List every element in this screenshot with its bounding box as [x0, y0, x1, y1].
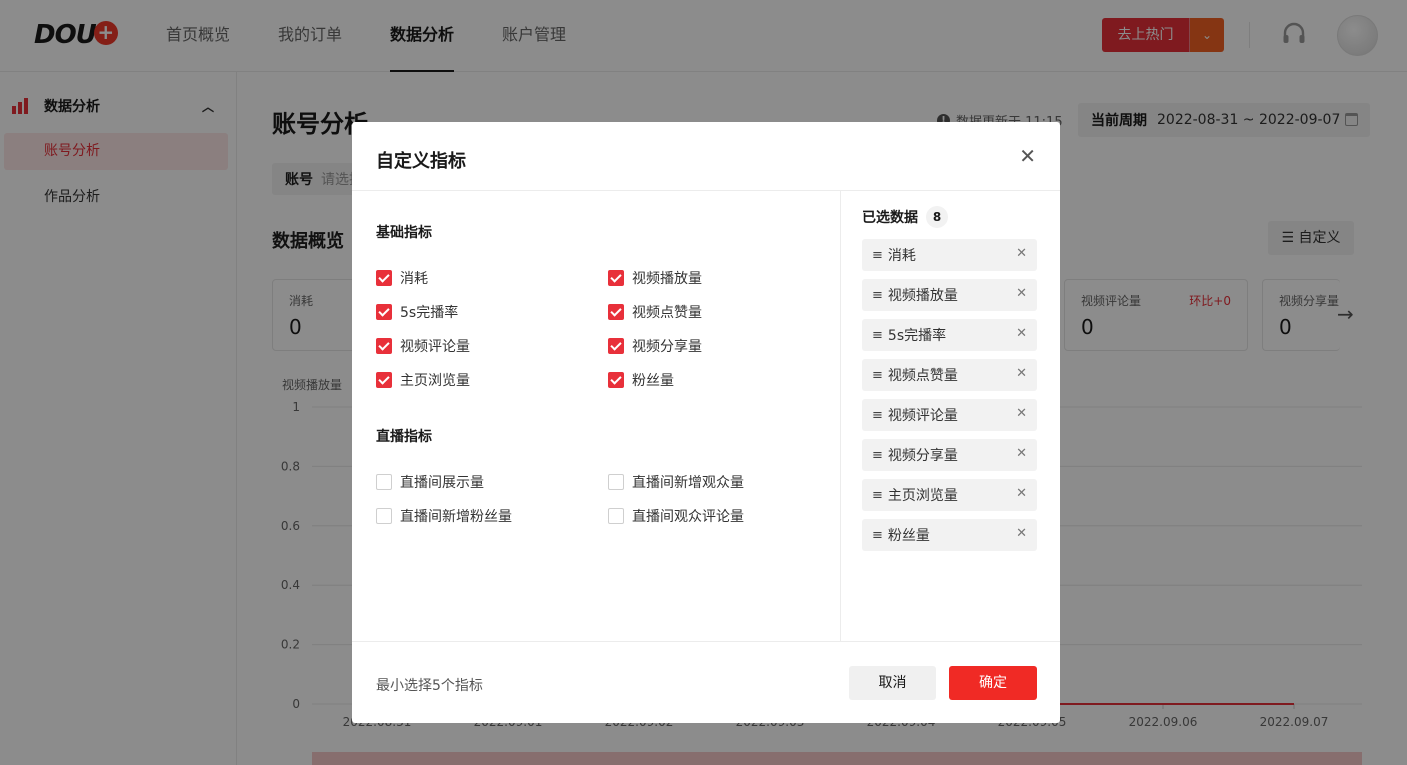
selected-item[interactable]: ≡ 5s完播率 ✕: [862, 319, 1037, 351]
checkbox-unchecked[interactable]: [608, 508, 624, 524]
min-selection-hint: 最小选择5个指标: [376, 678, 483, 694]
checkbox-label: 直播间观众评论量: [632, 509, 744, 525]
confirm-button[interactable]: 确定: [949, 666, 1037, 700]
checkbox-label: 消耗: [400, 271, 428, 287]
checkbox-checked[interactable]: [608, 372, 624, 388]
checkbox-label: 主页浏览量: [400, 373, 470, 389]
checkbox-profile-views[interactable]: 主页浏览量: [376, 370, 470, 390]
selected-item[interactable]: ≡ 视频点赞量 ✕: [862, 359, 1037, 391]
cancel-button[interactable]: 取消: [849, 666, 936, 700]
selected-item-label: 5s完播率: [887, 328, 947, 344]
checkbox-checked[interactable]: [376, 270, 392, 286]
selected-metrics-panel: 已选数据 8 ≡ 消耗 ✕ ≡ 视频播放量 ✕ ≡ 5s完播率 ✕ ≡ 视频点赞量 ✕ ≡ 视频评…: [841, 191, 1060, 641]
checkbox-label: 5s完播率: [400, 305, 459, 321]
drag-handle-icon[interactable]: ≡: [872, 408, 883, 423]
remove-icon[interactable]: ✕: [1016, 326, 1027, 341]
drag-handle-icon[interactable]: ≡: [872, 248, 883, 263]
close-icon[interactable]: ✕: [1019, 144, 1036, 168]
checkbox-checked[interactable]: [608, 338, 624, 354]
checkbox-label: 直播间展示量: [400, 475, 484, 491]
custom-metrics-dialog: 自定义指标 ✕ 基础指标 消耗 视频播放量 5s完播率 视频点赞量 视频评论量 …: [352, 122, 1060, 723]
drag-handle-icon[interactable]: ≡: [872, 288, 883, 303]
remove-icon[interactable]: ✕: [1016, 486, 1027, 501]
drag-handle-icon[interactable]: ≡: [872, 448, 883, 463]
metric-options-panel: 基础指标 消耗 视频播放量 5s完播率 视频点赞量 视频评论量 视频分享量 主页…: [352, 191, 841, 641]
checkbox-video-likes[interactable]: 视频点赞量: [608, 302, 702, 322]
checkbox-video-comments[interactable]: 视频评论量: [376, 336, 470, 356]
selected-item-label: 视频播放量: [887, 288, 958, 304]
checkbox-5s-completion[interactable]: 5s完播率: [376, 302, 458, 322]
checkbox-label: 粉丝量: [632, 373, 674, 389]
remove-icon[interactable]: ✕: [1016, 446, 1027, 461]
checkbox-label: 视频评论量: [400, 339, 470, 355]
remove-icon[interactable]: ✕: [1016, 526, 1027, 541]
selected-item[interactable]: ≡ 消耗 ✕: [862, 239, 1037, 271]
checkbox-label: 视频播放量: [632, 271, 702, 287]
checkbox-live-impressions[interactable]: 直播间展示量: [376, 472, 484, 492]
selected-item-label: 视频评论量: [887, 408, 958, 424]
selected-item[interactable]: ≡ 粉丝量 ✕: [862, 519, 1037, 551]
checkbox-unchecked[interactable]: [608, 474, 624, 490]
checkbox-label: 直播间新增观众量: [632, 475, 744, 491]
checkbox-followers[interactable]: 粉丝量: [608, 370, 674, 390]
checkbox-live-comments[interactable]: 直播间观众评论量: [608, 506, 744, 526]
selected-item[interactable]: ≡ 视频评论量 ✕: [862, 399, 1037, 431]
selected-item[interactable]: ≡ 视频分享量 ✕: [862, 439, 1037, 471]
checkbox-label: 视频分享量: [632, 339, 702, 355]
checkbox-label: 直播间新增粉丝量: [400, 509, 512, 525]
selected-item-label: 粉丝量: [887, 528, 930, 544]
remove-icon[interactable]: ✕: [1016, 246, 1027, 261]
remove-icon[interactable]: ✕: [1016, 366, 1027, 381]
selected-title-text: 已选数据: [862, 210, 918, 226]
checkbox-video-plays[interactable]: 视频播放量: [608, 268, 702, 288]
selected-title: 已选数据 8: [862, 206, 948, 228]
selected-item[interactable]: ≡ 视频播放量 ✕: [862, 279, 1037, 311]
dialog-footer: 最小选择5个指标 取消 确定: [352, 641, 1060, 723]
checkbox-cost[interactable]: 消耗: [376, 268, 428, 288]
dialog-header: 自定义指标 ✕: [352, 122, 1060, 191]
checkbox-live-new-viewers[interactable]: 直播间新增观众量: [608, 472, 744, 492]
checkbox-label: 视频点赞量: [632, 305, 702, 321]
checkbox-checked[interactable]: [376, 304, 392, 320]
basic-metrics-title: 基础指标: [376, 225, 432, 241]
remove-icon[interactable]: ✕: [1016, 406, 1027, 421]
checkbox-checked[interactable]: [608, 270, 624, 286]
selected-item[interactable]: ≡ 主页浏览量 ✕: [862, 479, 1037, 511]
checkbox-checked[interactable]: [608, 304, 624, 320]
live-metrics-title: 直播指标: [376, 429, 432, 445]
selected-item-label: 消耗: [887, 248, 916, 264]
drag-handle-icon[interactable]: ≡: [872, 488, 883, 503]
selected-count-badge: 8: [926, 206, 948, 228]
checkbox-checked[interactable]: [376, 338, 392, 354]
dialog-title: 自定义指标: [376, 151, 466, 172]
drag-handle-icon[interactable]: ≡: [872, 328, 883, 343]
drag-handle-icon[interactable]: ≡: [872, 528, 883, 543]
checkbox-checked[interactable]: [376, 372, 392, 388]
checkbox-unchecked[interactable]: [376, 508, 392, 524]
checkbox-live-new-followers[interactable]: 直播间新增粉丝量: [376, 506, 512, 526]
selected-item-label: 主页浏览量: [887, 488, 958, 504]
drag-handle-icon[interactable]: ≡: [872, 368, 883, 383]
selected-item-label: 视频点赞量: [887, 368, 958, 384]
remove-icon[interactable]: ✕: [1016, 286, 1027, 301]
checkbox-video-shares[interactable]: 视频分享量: [608, 336, 702, 356]
checkbox-unchecked[interactable]: [376, 474, 392, 490]
selected-item-label: 视频分享量: [887, 448, 958, 464]
